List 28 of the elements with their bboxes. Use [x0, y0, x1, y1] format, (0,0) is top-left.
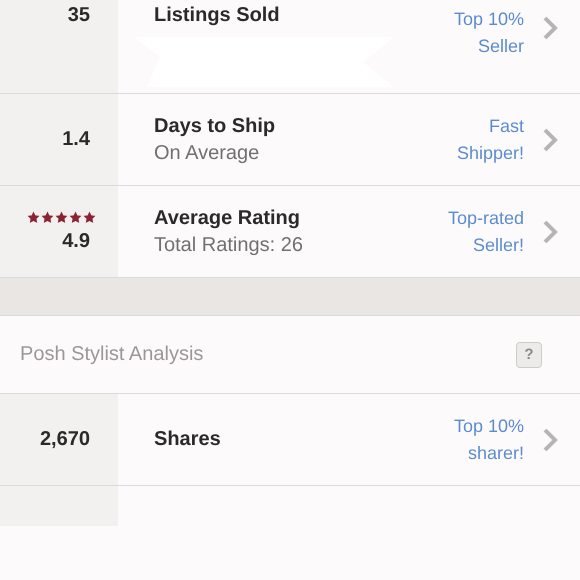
chevron-right-icon [542, 428, 558, 452]
stat-title: Days to Ship [154, 114, 276, 138]
help-button[interactable]: ? [516, 342, 542, 368]
star-icon [69, 210, 82, 224]
stat-badge-link[interactable]: Top 10% sharer! [419, 412, 524, 466]
chevron-right-icon [542, 128, 558, 152]
star-icon [41, 210, 54, 224]
star-icon [55, 210, 68, 224]
star-icon [83, 210, 96, 224]
star-icon [27, 210, 40, 224]
stat-row[interactable]: 1.4 Days to Ship On Average Fast Shipper! [0, 94, 580, 186]
stat-row[interactable]: 4.9 Average Rating Total Ratings: 26 Top-rated Seller! [0, 186, 580, 278]
stat-title: Shares [154, 428, 222, 451]
stat-value: 4.9 [62, 230, 90, 252]
stat-subtitle: Total Ratings: 26 [154, 234, 304, 256]
stat-value: 1.4 [62, 128, 90, 151]
stat-badge-link[interactable]: Top 10% Seller [419, 6, 524, 60]
stat-value: 2,670 [40, 428, 90, 451]
stat-title: Listings Sold [154, 4, 281, 27]
chevron-right-icon [542, 16, 558, 40]
stat-subtitle: On Average [154, 142, 260, 164]
stat-badge-link[interactable]: Fast Shipper! [419, 112, 524, 166]
stat-title: Average Rating [154, 206, 301, 230]
stat-value: 35 [68, 4, 90, 27]
section-title: Posh Stylist Analysis [20, 343, 204, 366]
stat-row[interactable]: 2,670 Shares Top 10% sharer! [0, 394, 580, 486]
stat-badge-link[interactable]: Top-rated Seller! [419, 204, 524, 258]
chevron-right-icon [542, 220, 558, 244]
